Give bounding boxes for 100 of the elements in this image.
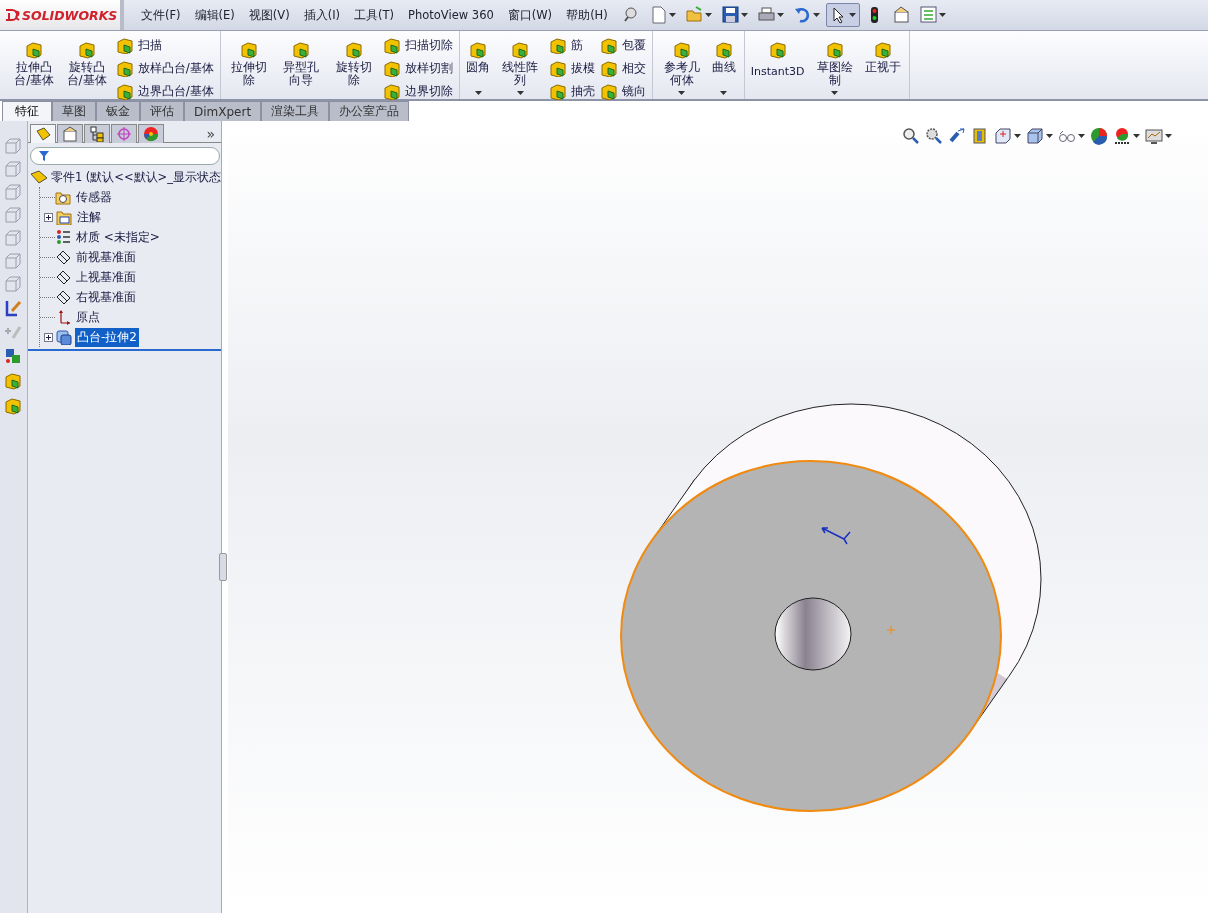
tree-item[interactable]: 上视基准面 bbox=[73, 267, 138, 287]
menu-item[interactable]: PhotoView 360 bbox=[401, 7, 501, 23]
ribbon-button[interactable]: 筋 bbox=[548, 36, 596, 54]
view-tool-button[interactable] bbox=[1113, 127, 1140, 145]
caret-icon[interactable] bbox=[848, 13, 856, 17]
tab[interactable]: DimXpert bbox=[184, 101, 262, 121]
cube-icon bbox=[599, 59, 618, 77]
ribbon-button[interactable]: 包覆 bbox=[599, 36, 647, 54]
ribbon-button[interactable]: 边界切除 bbox=[382, 82, 453, 100]
tree-item[interactable]: 前视基准面 bbox=[73, 247, 138, 267]
cube-icon bbox=[114, 82, 133, 100]
view-tool-button[interactable] bbox=[1026, 127, 1053, 145]
tab[interactable]: 评估 bbox=[140, 101, 184, 121]
caret-icon[interactable] bbox=[1078, 134, 1085, 138]
panel-tab[interactable] bbox=[56, 124, 83, 143]
ribbon-button[interactable]: 拉伸切除 bbox=[224, 34, 274, 99]
expand-button[interactable]: » bbox=[206, 125, 215, 142]
filter-field[interactable] bbox=[29, 147, 220, 165]
tab[interactable]: 办公室产品 bbox=[329, 101, 410, 121]
expand-toggle-icon[interactable] bbox=[43, 332, 53, 342]
cube-icon bbox=[548, 82, 567, 100]
panel-splitter-handle[interactable] bbox=[219, 553, 227, 581]
ribbon-button[interactable]: Instant3D bbox=[748, 34, 807, 99]
ribbon-button[interactable]: 放样切割 bbox=[382, 59, 453, 77]
ribbon-button[interactable]: 异型孔向导 bbox=[277, 34, 326, 99]
cube-icon bbox=[24, 40, 45, 60]
caret-icon[interactable] bbox=[831, 91, 839, 95]
menu-item[interactable]: 视图(V) bbox=[241, 7, 297, 23]
menu-item[interactable]: 窗口(W) bbox=[500, 7, 560, 23]
cube-icon bbox=[767, 40, 788, 60]
caret-icon[interactable] bbox=[776, 13, 784, 17]
annotation-folder-icon bbox=[55, 209, 72, 225]
ribbon-button[interactable]: 相交 bbox=[599, 59, 647, 77]
caret-icon[interactable] bbox=[740, 13, 748, 17]
ribbon-button[interactable]: 拔模 bbox=[548, 59, 596, 77]
panel-tab[interactable] bbox=[83, 124, 110, 143]
caret-icon[interactable] bbox=[678, 91, 686, 95]
ribbon-button[interactable]: 参考几何体 bbox=[657, 34, 706, 99]
tree-item[interactable]: 原点 bbox=[73, 307, 102, 327]
caret-icon[interactable] bbox=[812, 13, 820, 17]
caret-icon[interactable] bbox=[668, 13, 676, 17]
cube-icon bbox=[343, 40, 364, 60]
view-tool-button[interactable] bbox=[902, 127, 920, 145]
view-tool-button[interactable] bbox=[948, 127, 966, 145]
ribbon-button[interactable]: 放样凸台/基体 bbox=[114, 59, 214, 77]
caret-icon[interactable] bbox=[1014, 134, 1021, 138]
ribbon-button[interactable]: 扫描切除 bbox=[382, 36, 453, 54]
tree-item[interactable]: 注解 bbox=[74, 207, 103, 227]
cube-icon[interactable] bbox=[3, 371, 24, 391]
ribbon-button[interactable]: 线性阵列 bbox=[496, 34, 545, 99]
panel-tab[interactable] bbox=[110, 124, 137, 143]
menu-item[interactable]: 编辑(E) bbox=[187, 7, 242, 23]
cube-icon bbox=[114, 59, 133, 77]
ribbon-button[interactable]: 草图绘制 bbox=[810, 34, 859, 99]
caret-icon[interactable] bbox=[704, 13, 712, 17]
tree-item[interactable]: 传感器 bbox=[73, 187, 114, 207]
tree-item[interactable]: 材质 <未指定> bbox=[73, 227, 162, 247]
ribbon-button[interactable]: 抽壳 bbox=[548, 82, 596, 100]
caret-icon[interactable] bbox=[474, 91, 482, 95]
tree-item[interactable]: 右视基准面 bbox=[73, 287, 138, 307]
expand-toggle-icon[interactable] bbox=[43, 212, 53, 222]
ribbon-button[interactable]: 旋转凸台/基体 bbox=[62, 34, 111, 99]
tab[interactable]: 特征 bbox=[2, 101, 52, 121]
tab[interactable]: 草图 bbox=[52, 101, 96, 121]
caret-icon[interactable] bbox=[1165, 134, 1172, 138]
ribbon-button[interactable]: 旋转切除 bbox=[329, 34, 378, 99]
caret-icon[interactable] bbox=[1133, 134, 1140, 138]
menu-item[interactable]: 工具(T) bbox=[347, 7, 402, 23]
caret-icon[interactable] bbox=[720, 91, 728, 95]
view-tool-button[interactable] bbox=[994, 127, 1021, 145]
sketch-icon[interactable] bbox=[3, 298, 24, 318]
caret-icon[interactable] bbox=[516, 91, 524, 95]
extrude-feature-icon bbox=[55, 329, 72, 345]
tab[interactable]: 钣金 bbox=[96, 101, 140, 121]
monitor-icon bbox=[1145, 127, 1163, 145]
ribbon-button[interactable]: 圆角 bbox=[464, 34, 492, 99]
cube-icon bbox=[239, 40, 259, 60]
view-tool-button[interactable] bbox=[1145, 127, 1172, 145]
menu-item[interactable]: 插入(I) bbox=[296, 7, 348, 23]
caret-icon[interactable] bbox=[1046, 134, 1053, 138]
ribbon-button[interactable]: 正视于 bbox=[862, 34, 903, 99]
tree-item[interactable]: 凸台-拉伸2 bbox=[74, 327, 139, 347]
view-tool-button[interactable] bbox=[925, 127, 943, 145]
cube-icon[interactable] bbox=[3, 396, 24, 416]
menu-item[interactable]: 帮助(H) bbox=[559, 7, 615, 23]
panel-tab[interactable] bbox=[29, 124, 56, 143]
toolbar-button[interactable] bbox=[825, 3, 860, 27]
view-tool-button[interactable] bbox=[1090, 127, 1108, 145]
ribbon-button[interactable]: 扫描 bbox=[114, 36, 214, 54]
caret-icon[interactable] bbox=[938, 13, 946, 17]
ribbon-button[interactable]: 边界凸台/基体 bbox=[114, 82, 214, 100]
menu-item[interactable]: 文件(F) bbox=[134, 7, 188, 23]
tree-item[interactable]: 零件1 (默认<<默认>_显示状态 bbox=[50, 169, 221, 185]
panel-tab[interactable] bbox=[137, 124, 164, 143]
ribbon-button[interactable]: 拉伸凸台/基体 bbox=[10, 34, 59, 99]
ribbon-button[interactable]: 曲线 bbox=[709, 34, 738, 99]
tab[interactable]: 渲染工具 bbox=[261, 101, 330, 121]
plane-icon bbox=[54, 269, 71, 285]
material-list-icon bbox=[54, 229, 71, 245]
ribbon-button[interactable]: 镜向 bbox=[599, 82, 647, 100]
